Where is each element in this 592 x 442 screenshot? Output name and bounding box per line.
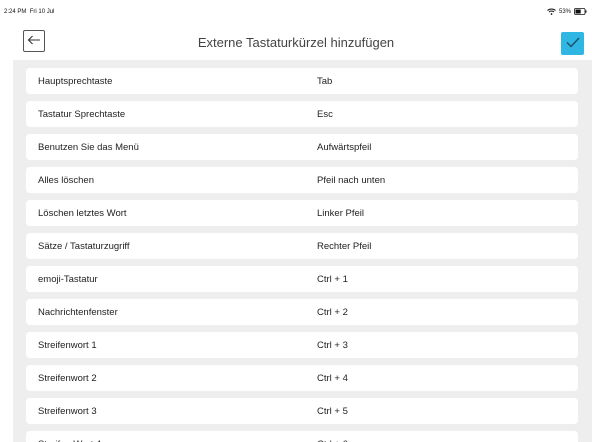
shortcut-action[interactable]: Hauptsprechtaste (26, 68, 313, 94)
battery-icon (574, 8, 587, 15)
shortcut-action[interactable]: Löschen letztes Wort (26, 200, 313, 226)
header-bar: Externe Tastaturkürzel hinzufügen (0, 22, 592, 60)
shortcut-key[interactable]: Ctrl + 3 (305, 332, 578, 358)
shortcut-row: Streifen Wort 4Ctrl + 6 (13, 431, 592, 442)
shortcut-row: Benutzen Sie das Menü Aufwärtspfeil (13, 134, 592, 160)
shortcut-key[interactable]: Ctrl + 5 (305, 398, 578, 424)
shortcut-key[interactable]: Linker Pfeil (305, 200, 578, 226)
shortcut-key[interactable]: Tab (305, 68, 578, 94)
page-title: Externe Tastaturkürzel hinzufügen (197, 35, 395, 50)
shortcut-list: Hauptsprechtaste Tab Tastatur Sprechtaste E… (13, 60, 592, 442)
shortcut-row: Sätze / Tastaturzugriff Rechter Pfeil (13, 233, 592, 259)
shortcut-action[interactable]: Alles löschen (26, 167, 313, 193)
shortcut-action[interactable]: Streifenwort 3 (26, 398, 313, 424)
battery-percent: 53% (558, 8, 571, 15)
shortcut-action[interactable]: Streifenwort 1 (26, 332, 313, 358)
confirm-button[interactable] (561, 32, 584, 55)
shortcut-row: Löschen letztes Wort Linker Pfeil (13, 200, 592, 226)
shortcut-key[interactable]: Ctrl + 4 (305, 365, 578, 391)
shortcut-key[interactable]: Rechter Pfeil (305, 233, 578, 259)
shortcut-row: Hauptsprechtaste Tab (13, 68, 592, 94)
shortcut-key[interactable]: Aufwärtspfeil (305, 134, 578, 160)
status-indicators: 53% (547, 8, 587, 15)
shortcut-row: Tastatur Sprechtaste Esc (13, 101, 592, 127)
shortcut-row: Streifenwort 1 Ctrl + 3 (13, 332, 592, 358)
shortcut-action[interactable]: Streifenwort 2 (26, 365, 313, 391)
shortcut-row: emoji-Tastatur Ctrl + 1 (13, 266, 592, 292)
shortcut-row: Streifenwort 3 Ctrl + 5 (13, 398, 592, 424)
status-time: 2:24 PM Fri 10 Jul (4, 9, 54, 15)
status-bar: 2:24 PM Fri 10 Jul 53% (0, 0, 592, 22)
wifi-icon (547, 8, 556, 15)
shortcut-action[interactable]: emoji-Tastatur (26, 266, 313, 292)
shortcut-row: Streifenwort 2 Ctrl + 4 (13, 365, 592, 391)
shortcut-action[interactable]: Benutzen Sie das Menü (26, 134, 313, 160)
status-date: Fri 10 Jul (29, 9, 55, 15)
shortcut-action[interactable]: Streifen Wort 4 (26, 431, 313, 442)
checkmark-icon (566, 35, 580, 53)
shortcut-row: Alles löschen Pfeil nach unten (13, 167, 592, 193)
shortcut-action[interactable]: Nachrichtenfenster (26, 299, 313, 325)
shortcut-action[interactable]: Tastatur Sprechtaste (26, 101, 313, 127)
shortcut-key[interactable]: Pfeil nach unten (305, 167, 578, 193)
shortcut-key[interactable]: Ctrl + 6 (305, 431, 578, 442)
shortcut-action[interactable]: Sätze / Tastaturzugriff (26, 233, 313, 259)
status-clock: 2:24 PM (4, 9, 27, 15)
shortcut-key[interactable]: Ctrl + 1 (305, 266, 578, 292)
shortcut-key[interactable]: Ctrl + 2 (305, 299, 578, 325)
shortcut-key[interactable]: Esc (305, 101, 578, 127)
shortcut-row: Nachrichtenfenster Ctrl + 2 (13, 299, 592, 325)
